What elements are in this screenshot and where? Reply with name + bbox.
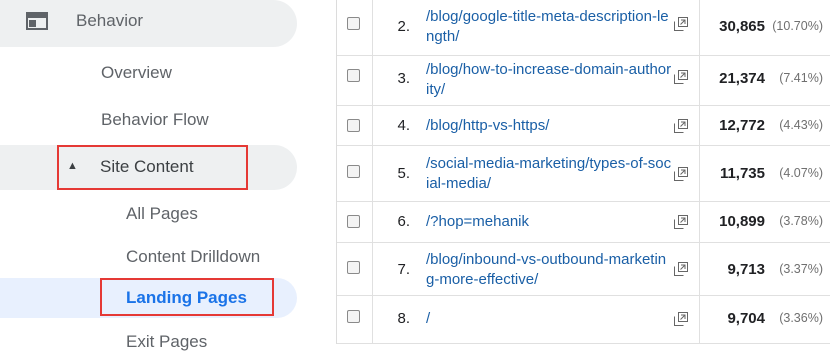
- row-sessions: 30,865: [719, 18, 765, 35]
- behavior-icon: [26, 12, 48, 30]
- row-url-link[interactable]: /?hop=mehanik: [426, 212, 673, 232]
- nav-content-drilldown[interactable]: Content Drilldown: [0, 244, 310, 270]
- row-checkbox[interactable]: [347, 69, 360, 82]
- open-in-new-icon[interactable]: [674, 119, 688, 133]
- landing-pages-table: 2. /blog/google-title-meta-description-l…: [336, 0, 830, 344]
- row-sessions: 10,899: [719, 213, 765, 230]
- nav-content-drilldown-label: Content Drilldown: [126, 247, 261, 266]
- row-percent: (3.36%): [779, 311, 823, 325]
- nav-overview-label: Overview: [101, 63, 172, 82]
- table-row: 4. /blog/http-vs-https/ 12,772 (4.43%): [337, 106, 830, 146]
- open-in-new-icon[interactable]: [674, 215, 688, 229]
- row-index: 4.: [397, 117, 410, 134]
- row-url-link[interactable]: /blog/google-title-meta-description-leng…: [426, 7, 673, 47]
- sidebar-nav: Behavior Overview Behavior Flow ▲ Site C…: [0, 0, 310, 351]
- row-percent: (3.78%): [779, 214, 823, 228]
- table-row: 6. /?hop=mehanik 10,899 (3.78%): [337, 202, 830, 243]
- row-index: 6.: [397, 213, 410, 230]
- nav-landing-pages-label: Landing Pages: [126, 288, 247, 307]
- nav-behavior-flow-label: Behavior Flow: [101, 110, 209, 129]
- row-sessions: 21,374: [719, 70, 765, 87]
- row-checkbox[interactable]: [347, 165, 360, 178]
- table-row: 5. /social-media-marketing/types-of-soci…: [337, 146, 830, 202]
- row-percent: (4.07%): [779, 166, 823, 180]
- row-checkbox[interactable]: [347, 310, 360, 323]
- nav-all-pages-label: All Pages: [126, 204, 198, 223]
- table-row: 7. /blog/inbound-vs-outbound-marketing-m…: [337, 243, 830, 296]
- row-sessions: 9,713: [727, 261, 765, 278]
- nav-overview[interactable]: Overview: [0, 60, 310, 86]
- open-in-new-icon[interactable]: [674, 70, 688, 84]
- row-checkbox[interactable]: [347, 119, 360, 132]
- nav-all-pages[interactable]: All Pages: [0, 201, 310, 227]
- row-checkbox[interactable]: [347, 17, 360, 30]
- nav-behavior-label: Behavior: [76, 11, 144, 30]
- row-percent: (7.41%): [779, 71, 823, 85]
- row-percent: (10.70%): [772, 19, 823, 33]
- row-index: 5.: [397, 165, 410, 182]
- table-row: 8. / 9,704 (3.36%): [337, 296, 830, 344]
- open-in-new-icon[interactable]: [674, 262, 688, 276]
- row-index: 3.: [397, 70, 410, 87]
- nav-exit-pages[interactable]: Exit Pages: [0, 329, 310, 355]
- open-in-new-icon[interactable]: [674, 167, 688, 181]
- nav-site-content[interactable]: ▲ Site Content: [0, 145, 297, 190]
- nav-behavior-flow[interactable]: Behavior Flow: [0, 107, 310, 133]
- row-url-link[interactable]: /blog/inbound-vs-outbound-marketing-more…: [426, 250, 673, 290]
- row-sessions: 9,704: [727, 310, 765, 327]
- nav-exit-pages-label: Exit Pages: [126, 332, 208, 351]
- row-index: 8.: [397, 310, 410, 327]
- nav-behavior[interactable]: Behavior: [0, 0, 297, 47]
- row-checkbox[interactable]: [347, 261, 360, 274]
- row-sessions: 12,772: [719, 117, 765, 134]
- open-in-new-icon[interactable]: [674, 312, 688, 326]
- row-url-link[interactable]: /social-media-marketing/types-of-social-…: [426, 154, 673, 194]
- row-sessions: 11,735: [719, 165, 765, 182]
- row-index: 7.: [397, 261, 410, 278]
- nav-site-content-label: Site Content: [100, 157, 194, 176]
- row-url-link[interactable]: /: [426, 309, 673, 329]
- row-checkbox[interactable]: [347, 215, 360, 228]
- open-in-new-icon[interactable]: [674, 17, 688, 31]
- row-percent: (4.43%): [779, 118, 823, 132]
- nav-landing-pages[interactable]: Landing Pages: [0, 278, 297, 318]
- row-index: 2.: [397, 18, 410, 35]
- row-url-link[interactable]: /blog/http-vs-https/: [426, 116, 673, 136]
- row-percent: (3.37%): [779, 262, 823, 276]
- caret-up-icon: ▲: [67, 160, 78, 172]
- table-row: 3. /blog/how-to-increase-domain-authorit…: [337, 56, 830, 106]
- row-url-link[interactable]: /blog/how-to-increase-domain-authority/: [426, 60, 673, 100]
- table-row: 2. /blog/google-title-meta-description-l…: [337, 0, 830, 56]
